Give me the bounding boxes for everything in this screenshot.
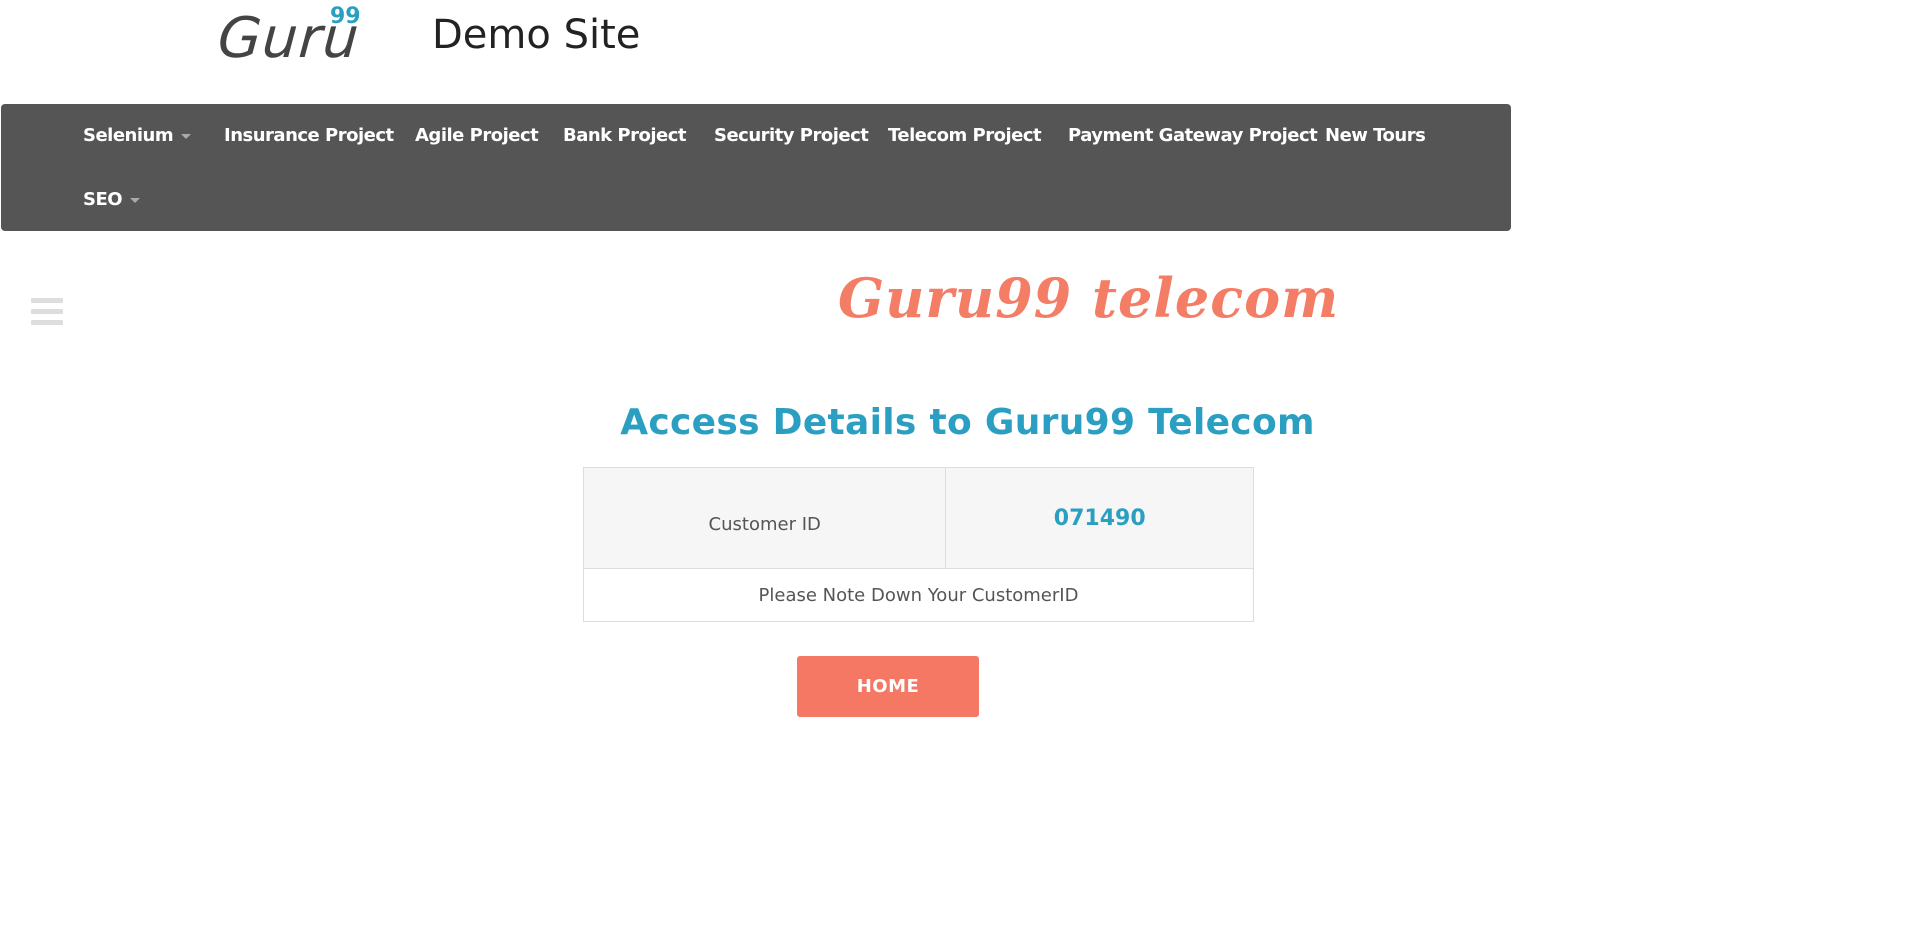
site-title: Demo Site: [432, 12, 641, 58]
guru99-logo[interactable]: Guru 99: [216, 0, 378, 84]
nav-item-security-project[interactable]: Security Project: [714, 125, 869, 146]
table-row: Please Note Down Your CustomerID: [583, 568, 1254, 622]
access-details-table: Customer ID 071490 Please Note Down Your…: [582, 467, 1254, 622]
page-title: Access Details to Guru99 Telecom: [620, 402, 1315, 443]
hamburger-bar: [31, 309, 63, 314]
nav-item-label: Selenium: [83, 125, 174, 146]
nav-item-insurance-project[interactable]: Insurance Project: [224, 125, 394, 146]
logo-superscript: 99: [330, 4, 361, 29]
customer-id-value: 071490: [945, 467, 1254, 569]
caret-down-icon: [130, 197, 141, 203]
hamburger-menu-icon[interactable]: [31, 298, 63, 326]
customer-id-note: Please Note Down Your CustomerID: [583, 568, 1254, 622]
nav-item-new-tours[interactable]: New Tours: [1325, 125, 1426, 146]
caret-down-icon: [181, 133, 192, 139]
nav-item-payment-gateway-project[interactable]: Payment Gateway Project: [1068, 125, 1318, 146]
main-navbar: Selenium Insurance Project Agile Project…: [1, 104, 1511, 231]
hamburger-bar: [31, 298, 63, 303]
home-button[interactable]: HOME: [797, 656, 979, 717]
nav-item-telecom-project[interactable]: Telecom Project: [888, 125, 1042, 146]
hamburger-bar: [31, 320, 63, 325]
nav-item-label: SEO: [83, 189, 123, 210]
customer-id-label: Customer ID: [582, 467, 947, 569]
brand-logo-text: Guru99 telecom: [838, 266, 1340, 330]
nav-item-bank-project[interactable]: Bank Project: [563, 125, 687, 146]
table-row: Customer ID 071490: [582, 467, 1254, 569]
nav-item-seo[interactable]: SEO: [83, 189, 141, 210]
nav-item-agile-project[interactable]: Agile Project: [415, 125, 539, 146]
nav-item-selenium[interactable]: Selenium: [83, 125, 192, 146]
